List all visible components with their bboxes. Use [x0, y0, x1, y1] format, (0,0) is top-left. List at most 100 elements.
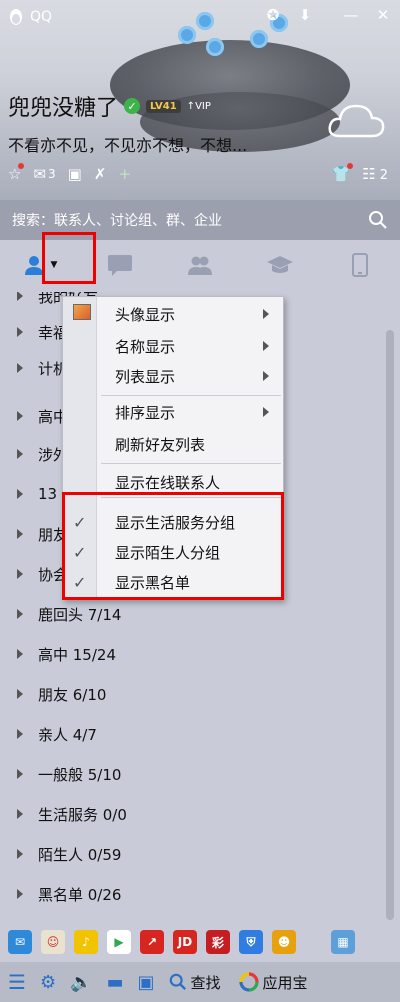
expand-arrow-icon[interactable]: [17, 729, 23, 739]
appstore-button[interactable]: 应用宝: [238, 972, 308, 993]
app-launcher-bar: ✉ ☺ ♪ ▶ ↗ JD 彩 ⛨ ☻ ▦: [0, 924, 400, 960]
stock-app-icon[interactable]: ↗: [140, 930, 164, 954]
flower-decoration: [250, 30, 268, 48]
menu-item-label: 排序显示: [115, 403, 176, 422]
favorites-icon[interactable]: ▣: [138, 972, 155, 993]
menu-item[interactable]: 排序显示: [63, 397, 283, 427]
qq-penguin-icon: [10, 9, 22, 25]
submenu-arrow-icon: [263, 407, 269, 417]
expand-arrow-icon[interactable]: [17, 363, 23, 373]
menu-item-label: 头像显示: [115, 305, 176, 324]
main-menu-icon[interactable]: ☰: [8, 970, 26, 994]
expand-arrow-icon[interactable]: [17, 529, 23, 539]
tab-education[interactable]: [240, 240, 320, 290]
group-label: 陌生人 0/59: [38, 845, 122, 864]
expand-arrow-icon[interactable]: [17, 292, 23, 301]
graduation-cap-icon: [267, 256, 293, 273]
search-icon[interactable]: [368, 210, 388, 230]
skin-icon[interactable]: ✪: [262, 6, 284, 24]
group-label: 13: [38, 485, 58, 503]
shield-app-icon[interactable]: ⛨: [239, 930, 263, 954]
friend-helper-icon[interactable]: ✗: [94, 165, 107, 183]
group-icon: [188, 256, 212, 275]
menu-item[interactable]: 列表显示: [63, 361, 283, 391]
expand-arrow-icon[interactable]: [17, 411, 23, 421]
submenu-arrow-icon: [263, 341, 269, 351]
nickname[interactable]: 兜兜没糖了: [8, 90, 118, 122]
file-folder-icon[interactable]: ▬: [107, 972, 124, 993]
minimize-button[interactable]: —: [340, 6, 362, 24]
volume-icon[interactable]: 🔊: [70, 972, 92, 993]
game-app-icon[interactable]: ☺: [41, 930, 65, 954]
menu-item[interactable]: 头像显示: [63, 299, 283, 329]
settings-icon[interactable]: ⚙: [40, 972, 56, 993]
window-title: QQ: [30, 9, 53, 25]
tab-groups[interactable]: [160, 240, 240, 290]
close-button[interactable]: ✕: [372, 6, 394, 24]
profile-header: QQ ✪ ⬇ — ✕ 兜兜没糖了 ✓ LV41 ↑VIP 不看亦不见，不见亦不想…: [0, 0, 400, 200]
qzone-icon[interactable]: ▣: [68, 165, 82, 183]
phone-icon: [352, 253, 368, 277]
expand-arrow-icon[interactable]: [17, 889, 23, 899]
signature-text[interactable]: 不看亦不见，不见亦不想，不想...: [8, 132, 247, 156]
star-icon[interactable]: ☆: [8, 163, 25, 183]
menu-item[interactable]: 名称显示: [63, 331, 283, 361]
expand-arrow-icon[interactable]: [17, 849, 23, 859]
find-label: 查找: [190, 973, 221, 992]
online-status-icon[interactable]: ✓: [124, 98, 141, 114]
expand-arrow-icon[interactable]: [17, 569, 23, 579]
flower-decoration: [206, 38, 224, 56]
lottery-app-icon[interactable]: 彩: [206, 930, 230, 954]
contact-group-row[interactable]: 高中 15/24: [0, 638, 380, 670]
expand-arrow-icon[interactable]: [17, 327, 23, 337]
expand-arrow-icon[interactable]: [17, 449, 23, 459]
expand-arrow-icon[interactable]: [17, 689, 23, 699]
menu-separator: [101, 395, 281, 396]
weather-cloud-icon[interactable]: [326, 98, 386, 142]
find-button[interactable]: 查找: [169, 972, 221, 993]
level-badge[interactable]: LV41: [146, 99, 181, 113]
download-icon[interactable]: ⬇: [294, 6, 316, 24]
music-app-icon[interactable]: ♪: [74, 930, 98, 954]
expand-arrow-icon[interactable]: [17, 809, 23, 819]
pet-app-icon[interactable]: ☻: [272, 930, 296, 954]
search-placeholder[interactable]: 搜索：联系人、讨论组、群、企业: [12, 210, 368, 230]
submenu-arrow-icon: [263, 371, 269, 381]
vip-badge[interactable]: ↑VIP: [187, 101, 211, 112]
header-icon-bar: ☆ ✉ 3 ▣ ✗ +: [8, 163, 131, 183]
shirt-icon[interactable]: 👕: [332, 163, 354, 183]
group-label: 鹿回头 7/14: [38, 605, 122, 624]
message-box-icon[interactable]: ☷ 2: [362, 165, 388, 183]
group-label: 高中 15/24: [38, 645, 116, 664]
nickname-row: 兜兜没糖了 ✓ LV41 ↑VIP: [8, 90, 211, 122]
contact-group-row[interactable]: 鹿回头 7/14: [0, 598, 380, 630]
more-apps-icon[interactable]: ▦: [331, 930, 355, 954]
annotation-highlight-box: [42, 232, 96, 284]
expand-arrow-icon[interactable]: [17, 649, 23, 659]
header-right-icons: 👕 ☷ 2: [332, 163, 388, 183]
flower-decoration: [196, 12, 214, 30]
menu-item-label: 列表显示: [115, 367, 176, 386]
menu-item-label: 显示在线联系人: [115, 473, 221, 492]
contact-group-row[interactable]: 朋友 6/10: [0, 678, 380, 710]
contact-group-row[interactable]: 一般般 5/10: [0, 758, 380, 790]
expand-arrow-icon[interactable]: [17, 489, 23, 499]
tab-devices[interactable]: [320, 240, 400, 290]
group-label: 一般般 5/10: [38, 765, 122, 784]
jd-app-icon[interactable]: JD: [173, 930, 197, 954]
mail-app-icon[interactable]: ✉: [8, 930, 32, 954]
expand-arrow-icon[interactable]: [17, 609, 23, 619]
app-title: QQ: [8, 8, 52, 26]
mail-icon[interactable]: ✉ 3: [33, 165, 55, 183]
menu-item[interactable]: 刷新好友列表: [63, 429, 283, 459]
expand-arrow-icon[interactable]: [17, 769, 23, 779]
menu-item-label: 刷新好友列表: [115, 435, 206, 454]
list-scrollbar[interactable]: [386, 330, 394, 920]
contact-group-row[interactable]: 陌生人 0/59: [0, 838, 380, 870]
contact-group-row[interactable]: 黑名单 0/26: [0, 878, 380, 910]
contact-group-row[interactable]: 亲人 4/7: [0, 718, 380, 750]
add-icon[interactable]: +: [118, 165, 131, 183]
video-app-icon[interactable]: ▶: [107, 930, 131, 954]
contact-group-row[interactable]: 生活服务 0/0: [0, 798, 380, 830]
appstore-icon: [238, 972, 259, 992]
